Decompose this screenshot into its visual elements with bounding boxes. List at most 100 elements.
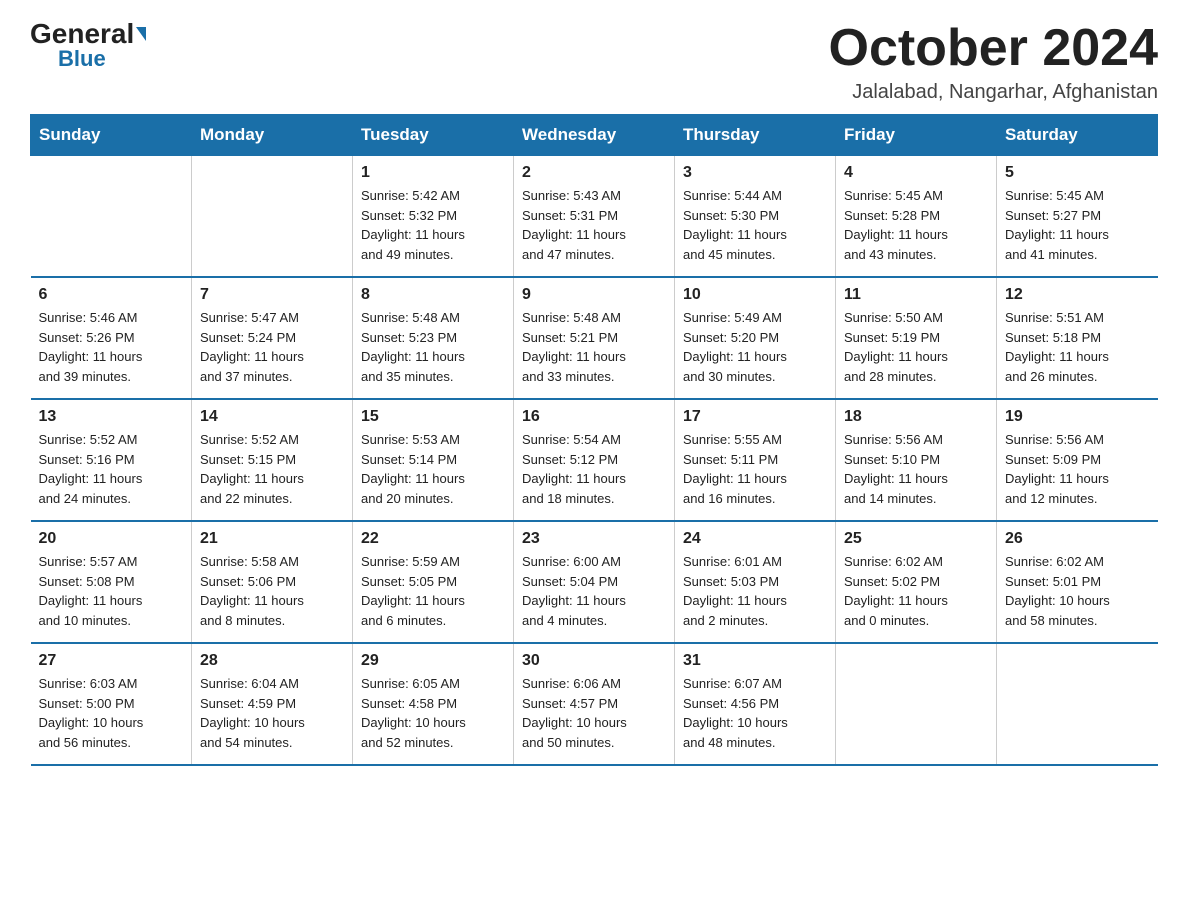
day-info: Sunrise: 5:43 AM Sunset: 5:31 PM Dayligh… [522, 186, 666, 264]
day-number: 12 [1005, 286, 1150, 304]
day-number: 9 [522, 286, 666, 304]
day-header-thursday: Thursday [675, 115, 836, 156]
day-info: Sunrise: 5:59 AM Sunset: 5:05 PM Dayligh… [361, 552, 505, 630]
day-info: Sunrise: 5:46 AM Sunset: 5:26 PM Dayligh… [39, 308, 184, 386]
week-row-4: 20Sunrise: 5:57 AM Sunset: 5:08 PM Dayli… [31, 521, 1158, 643]
day-number: 22 [361, 530, 505, 548]
day-number: 16 [522, 408, 666, 426]
day-info: Sunrise: 5:54 AM Sunset: 5:12 PM Dayligh… [522, 430, 666, 508]
day-info: Sunrise: 6:05 AM Sunset: 4:58 PM Dayligh… [361, 674, 505, 752]
day-info: Sunrise: 5:56 AM Sunset: 5:09 PM Dayligh… [1005, 430, 1150, 508]
day-number: 29 [361, 652, 505, 670]
calendar-cell: 16 Sunrise: 5:54 AM Sunset: 5:12 PM Dayli… [514, 399, 675, 521]
day-number: 18 [844, 408, 988, 426]
calendar-cell [836, 643, 997, 765]
calendar-cell: 12 Sunrise: 5:51 AM Sunset: 5:18 PM Dayli… [997, 277, 1158, 399]
day-number: 27 [39, 652, 184, 670]
week-row-1: 1 Sunrise: 5:42 AM Sunset: 5:32 PM Daylig… [31, 156, 1158, 278]
calendar-cell: 5 Sunrise: 5:45 AM Sunset: 5:27 PM Daylig… [997, 156, 1158, 278]
calendar-cell [31, 156, 192, 278]
day-number: 28 [200, 652, 344, 670]
calendar-cell: 25 Sunrise: 6:02 AM Sunset: 5:02 PM Dayli… [836, 521, 997, 643]
day-number: 20 [39, 530, 184, 548]
day-info: Sunrise: 6:07 AM Sunset: 4:56 PM Dayligh… [683, 674, 827, 752]
day-info: Sunrise: 5:42 AM Sunset: 5:32 PM Dayligh… [361, 186, 505, 264]
week-row-2: 6 Sunrise: 5:46 AM Sunset: 5:26 PM Daylig… [31, 277, 1158, 399]
day-info: Sunrise: 5:45 AM Sunset: 5:27 PM Dayligh… [1005, 186, 1150, 264]
calendar-cell: 30Sunrise: 6:06 AM Sunset: 4:57 PM Dayli… [514, 643, 675, 765]
logo-triangle-icon [136, 27, 146, 41]
day-info: Sunrise: 6:03 AM Sunset: 5:00 PM Dayligh… [39, 674, 184, 752]
calendar-cell: 18 Sunrise: 5:56 AM Sunset: 5:10 PM Dayli… [836, 399, 997, 521]
day-info: Sunrise: 5:44 AM Sunset: 5:30 PM Dayligh… [683, 186, 827, 264]
calendar-cell: 2 Sunrise: 5:43 AM Sunset: 5:31 PM Daylig… [514, 156, 675, 278]
calendar-cell: 15Sunrise: 5:53 AM Sunset: 5:14 PM Dayli… [353, 399, 514, 521]
calendar-cell: 24Sunrise: 6:01 AM Sunset: 5:03 PM Dayli… [675, 521, 836, 643]
day-number: 1 [361, 164, 505, 182]
calendar-cell [192, 156, 353, 278]
calendar-cell: 28 Sunrise: 6:04 AM Sunset: 4:59 PM Dayli… [192, 643, 353, 765]
title-area: October 2024 Jalalabad, Nangarhar, Afgha… [829, 20, 1159, 104]
day-info: Sunrise: 5:52 AM Sunset: 5:16 PM Dayligh… [39, 430, 184, 508]
day-info: Sunrise: 5:48 AM Sunset: 5:21 PM Dayligh… [522, 308, 666, 386]
day-info: Sunrise: 6:00 AM Sunset: 5:04 PM Dayligh… [522, 552, 666, 630]
calendar-cell: 3 Sunrise: 5:44 AM Sunset: 5:30 PM Daylig… [675, 156, 836, 278]
month-title: October 2024 [829, 20, 1159, 77]
day-info: Sunrise: 5:51 AM Sunset: 5:18 PM Dayligh… [1005, 308, 1150, 386]
calendar-cell [997, 643, 1158, 765]
day-number: 11 [844, 286, 988, 304]
day-number: 5 [1005, 164, 1150, 182]
day-number: 7 [200, 286, 344, 304]
calendar-cell: 22 Sunrise: 5:59 AM Sunset: 5:05 PM Dayli… [353, 521, 514, 643]
day-info: Sunrise: 6:04 AM Sunset: 4:59 PM Dayligh… [200, 674, 344, 752]
day-number: 31 [683, 652, 827, 670]
day-header-row: SundayMondayTuesdayWednesdayThursdayFrid… [31, 115, 1158, 156]
calendar-cell: 29 Sunrise: 6:05 AM Sunset: 4:58 PM Dayli… [353, 643, 514, 765]
logo-blue-text: Blue [58, 48, 106, 70]
calendar-cell: 4Sunrise: 5:45 AM Sunset: 5:28 PM Daylig… [836, 156, 997, 278]
day-number: 19 [1005, 408, 1150, 426]
day-info: Sunrise: 6:06 AM Sunset: 4:57 PM Dayligh… [522, 674, 666, 752]
day-number: 14 [200, 408, 344, 426]
day-number: 2 [522, 164, 666, 182]
calendar-cell: 17Sunrise: 5:55 AM Sunset: 5:11 PM Dayli… [675, 399, 836, 521]
day-info: Sunrise: 6:02 AM Sunset: 5:02 PM Dayligh… [844, 552, 988, 630]
calendar-body: 1 Sunrise: 5:42 AM Sunset: 5:32 PM Daylig… [31, 156, 1158, 766]
day-number: 6 [39, 286, 184, 304]
calendar-table: SundayMondayTuesdayWednesdayThursdayFrid… [30, 114, 1158, 766]
calendar-cell: 6 Sunrise: 5:46 AM Sunset: 5:26 PM Daylig… [31, 277, 192, 399]
day-header-sunday: Sunday [31, 115, 192, 156]
logo-general-text: General [30, 20, 134, 48]
day-number: 23 [522, 530, 666, 548]
calendar-cell: 1 Sunrise: 5:42 AM Sunset: 5:32 PM Daylig… [353, 156, 514, 278]
day-info: Sunrise: 5:58 AM Sunset: 5:06 PM Dayligh… [200, 552, 344, 630]
day-number: 3 [683, 164, 827, 182]
day-info: Sunrise: 5:56 AM Sunset: 5:10 PM Dayligh… [844, 430, 988, 508]
day-info: Sunrise: 5:49 AM Sunset: 5:20 PM Dayligh… [683, 308, 827, 386]
day-number: 10 [683, 286, 827, 304]
day-info: Sunrise: 5:52 AM Sunset: 5:15 PM Dayligh… [200, 430, 344, 508]
week-row-5: 27 Sunrise: 6:03 AM Sunset: 5:00 PM Dayli… [31, 643, 1158, 765]
calendar-cell: 10 Sunrise: 5:49 AM Sunset: 5:20 PM Dayli… [675, 277, 836, 399]
calendar-header: SundayMondayTuesdayWednesdayThursdayFrid… [31, 115, 1158, 156]
calendar-cell: 9 Sunrise: 5:48 AM Sunset: 5:21 PM Daylig… [514, 277, 675, 399]
day-info: Sunrise: 5:47 AM Sunset: 5:24 PM Dayligh… [200, 308, 344, 386]
calendar-cell: 21 Sunrise: 5:58 AM Sunset: 5:06 PM Dayli… [192, 521, 353, 643]
calendar-cell: 14 Sunrise: 5:52 AM Sunset: 5:15 PM Dayli… [192, 399, 353, 521]
day-number: 26 [1005, 530, 1150, 548]
day-info: Sunrise: 5:50 AM Sunset: 5:19 PM Dayligh… [844, 308, 988, 386]
calendar-cell: 13Sunrise: 5:52 AM Sunset: 5:16 PM Dayli… [31, 399, 192, 521]
day-info: Sunrise: 5:45 AM Sunset: 5:28 PM Dayligh… [844, 186, 988, 264]
day-header-friday: Friday [836, 115, 997, 156]
calendar-cell: 11 Sunrise: 5:50 AM Sunset: 5:19 PM Dayli… [836, 277, 997, 399]
day-info: Sunrise: 5:55 AM Sunset: 5:11 PM Dayligh… [683, 430, 827, 508]
calendar-cell: 26Sunrise: 6:02 AM Sunset: 5:01 PM Dayli… [997, 521, 1158, 643]
day-header-monday: Monday [192, 115, 353, 156]
calendar-cell: 27 Sunrise: 6:03 AM Sunset: 5:00 PM Dayli… [31, 643, 192, 765]
day-number: 21 [200, 530, 344, 548]
day-number: 25 [844, 530, 988, 548]
day-header-tuesday: Tuesday [353, 115, 514, 156]
day-number: 24 [683, 530, 827, 548]
calendar-cell: 7 Sunrise: 5:47 AM Sunset: 5:24 PM Daylig… [192, 277, 353, 399]
day-info: Sunrise: 5:48 AM Sunset: 5:23 PM Dayligh… [361, 308, 505, 386]
